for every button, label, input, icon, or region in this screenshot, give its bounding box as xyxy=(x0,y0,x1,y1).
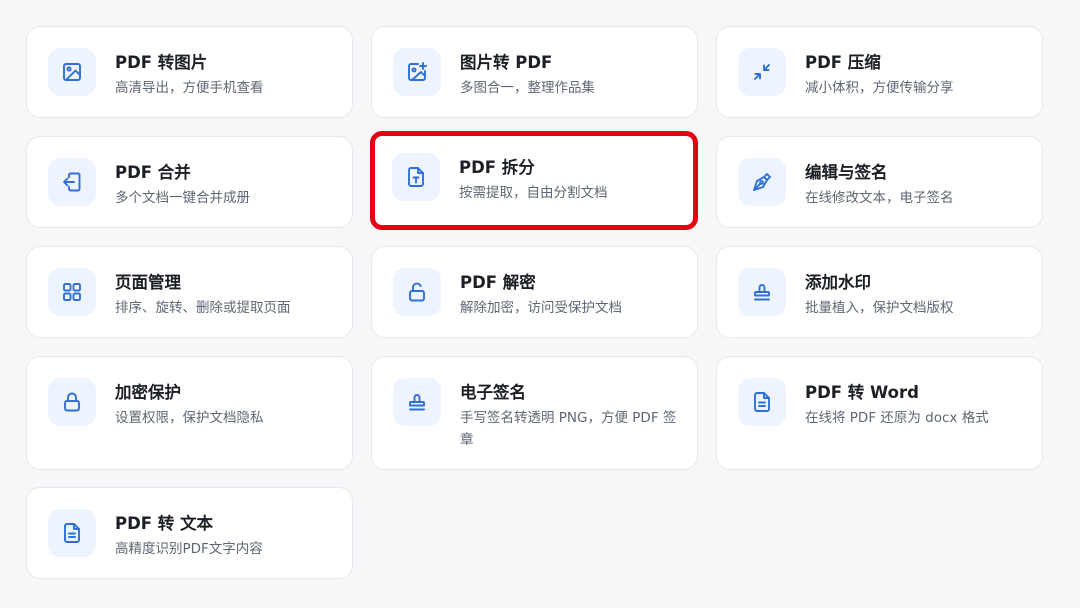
image-add-icon xyxy=(393,48,441,96)
tool-title: PDF 压缩 xyxy=(805,53,881,72)
document-icon xyxy=(738,378,786,426)
pen-nib-icon xyxy=(738,158,786,206)
lock-icon xyxy=(48,378,96,426)
tool-card-pdf-to-image[interactable]: PDF 转图片 高清导出，方便手机查看 xyxy=(26,26,353,118)
tool-card-pdf-compress[interactable]: PDF 压缩 减小体积，方便传输分享 xyxy=(716,26,1043,118)
tool-card-pdf-merge[interactable]: PDF 合并 多个文档一键合并成册 xyxy=(26,136,353,228)
tool-card-e-signature[interactable]: 电子签名 手写签名转透明 PNG，方便 PDF 签章 xyxy=(371,356,698,470)
tool-card-page-manage[interactable]: 页面管理 排序、旋转、删除或提取页面 xyxy=(26,246,353,338)
tool-title: 页面管理 xyxy=(115,273,181,292)
image-icon xyxy=(48,48,96,96)
tool-title: PDF 解密 xyxy=(460,273,536,292)
merge-file-icon xyxy=(48,158,96,206)
tool-title: PDF 拆分 xyxy=(459,158,535,177)
tool-description: 按需提取，自由分割文档 xyxy=(459,185,608,201)
tool-title: PDF 转图片 xyxy=(115,53,208,72)
tool-title: PDF 转 Word xyxy=(805,383,919,402)
tool-card-pdf-to-word[interactable]: PDF 转 Word 在线将 PDF 还原为 docx 格式 xyxy=(716,356,1043,470)
tool-title: 编辑与签名 xyxy=(805,163,888,182)
tool-description: 手写签名转透明 PNG，方便 PDF 签章 xyxy=(460,410,677,448)
tool-card-pdf-split[interactable]: PDF 拆分 按需提取，自由分割文档 xyxy=(370,131,698,230)
tool-title: 图片转 PDF xyxy=(460,53,553,72)
tool-title: 电子签名 xyxy=(460,383,526,402)
tool-description: 在线将 PDF 还原为 docx 格式 xyxy=(805,410,989,426)
tool-title: PDF 合并 xyxy=(115,163,191,182)
tool-description: 高清导出，方便手机查看 xyxy=(115,80,264,96)
tool-description: 多个文档一键合并成册 xyxy=(115,190,250,206)
compress-arrows-icon xyxy=(738,48,786,96)
tool-description: 多图合一，整理作品集 xyxy=(460,80,595,96)
stamp-icon xyxy=(738,268,786,316)
tool-description: 高精度识别PDF文字内容 xyxy=(115,541,263,557)
tool-title: 添加水印 xyxy=(805,273,871,292)
tool-card-image-to-pdf[interactable]: 图片转 PDF 多图合一，整理作品集 xyxy=(371,26,698,118)
document-icon xyxy=(48,509,96,557)
unlock-icon xyxy=(393,268,441,316)
tool-description: 减小体积，方便传输分享 xyxy=(805,80,954,96)
stamp-icon xyxy=(393,378,441,426)
tool-card-pdf-to-text[interactable]: PDF 转 文本 高精度识别PDF文字内容 xyxy=(26,487,353,579)
grid-icon xyxy=(48,268,96,316)
tool-title: 加密保护 xyxy=(115,383,181,402)
tool-description: 设置权限，保护文档隐私 xyxy=(115,410,264,426)
tool-description: 在线修改文本，电子签名 xyxy=(805,190,954,206)
tool-description: 批量植入，保护文档版权 xyxy=(805,300,954,316)
tool-description: 解除加密，访问受保护文档 xyxy=(460,300,622,316)
tool-card-pdf-decrypt[interactable]: PDF 解密 解除加密，访问受保护文档 xyxy=(371,246,698,338)
tool-card-watermark[interactable]: 添加水印 批量植入，保护文档版权 xyxy=(716,246,1043,338)
tool-card-encrypt[interactable]: 加密保护 设置权限，保护文档隐私 xyxy=(26,356,353,470)
file-text-icon xyxy=(392,153,440,201)
tool-title: PDF 转 文本 xyxy=(115,514,214,533)
tool-card-edit-sign[interactable]: 编辑与签名 在线修改文本，电子签名 xyxy=(716,136,1043,228)
tool-description: 排序、旋转、删除或提取页面 xyxy=(115,300,291,316)
